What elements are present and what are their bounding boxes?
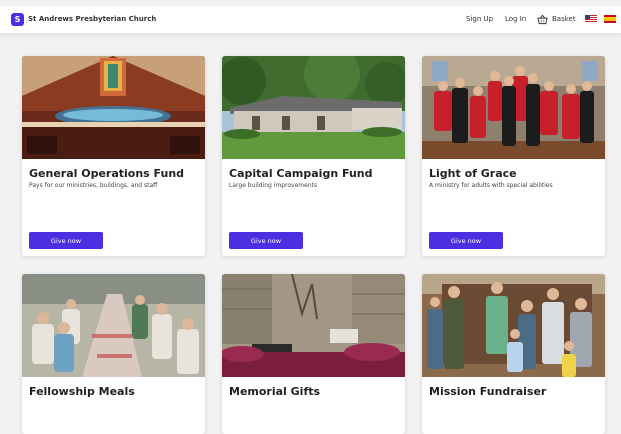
card-title: General Operations Fund: [29, 167, 185, 180]
fund-card-light-of-grace[interactable]: Light of Grace A ministry for adults wit…: [422, 56, 605, 256]
give-now-button[interactable]: Give now: [29, 232, 103, 249]
fellowship-meal-photo: [22, 274, 205, 377]
choir-group-photo: [422, 56, 605, 159]
login-link[interactable]: Log In: [505, 15, 526, 23]
mission-group-photo: [422, 274, 605, 377]
signup-link[interactable]: Sign Up: [466, 15, 493, 23]
fund-card-fellowship-meals[interactable]: Fellowship Meals: [22, 274, 205, 434]
card-description: A ministry for adults with special abili…: [429, 182, 553, 189]
church-building-photo: [222, 56, 405, 159]
fund-card-capital-campaign[interactable]: Capital Campaign Fund Large building imp…: [222, 56, 405, 256]
card-title: Light of Grace: [429, 167, 517, 180]
top-nav-bar: S St Andrews Presbyterian Church Sign Up…: [0, 6, 621, 34]
us-flag-icon[interactable]: [585, 15, 597, 23]
church-name[interactable]: St Andrews Presbyterian Church: [28, 15, 156, 23]
basket-link[interactable]: Basket: [552, 15, 576, 23]
card-description: Pays for our ministries, buildings, and …: [29, 182, 158, 189]
card-title: Mission Fundraiser: [429, 385, 547, 398]
church-logo[interactable]: S: [11, 13, 24, 26]
sanctuary-photo: [22, 56, 205, 159]
fund-card-general-operations[interactable]: General Operations Fund Pays for our min…: [22, 56, 205, 256]
give-now-button[interactable]: Give now: [229, 232, 303, 249]
card-title: Fellowship Meals: [29, 385, 135, 398]
basket-icon[interactable]: [537, 14, 548, 25]
card-title: Capital Campaign Fund: [229, 167, 373, 180]
card-title: Memorial Gifts: [229, 385, 321, 398]
fund-card-mission-fundraiser[interactable]: Mission Fundraiser: [422, 274, 605, 434]
card-description: Large building improvements: [229, 182, 318, 189]
memorial-garden-photo: [222, 274, 405, 377]
give-now-button[interactable]: Give now: [429, 232, 503, 249]
spain-flag-icon[interactable]: [604, 15, 616, 23]
fund-card-memorial-gifts[interactable]: Memorial Gifts: [222, 274, 405, 434]
